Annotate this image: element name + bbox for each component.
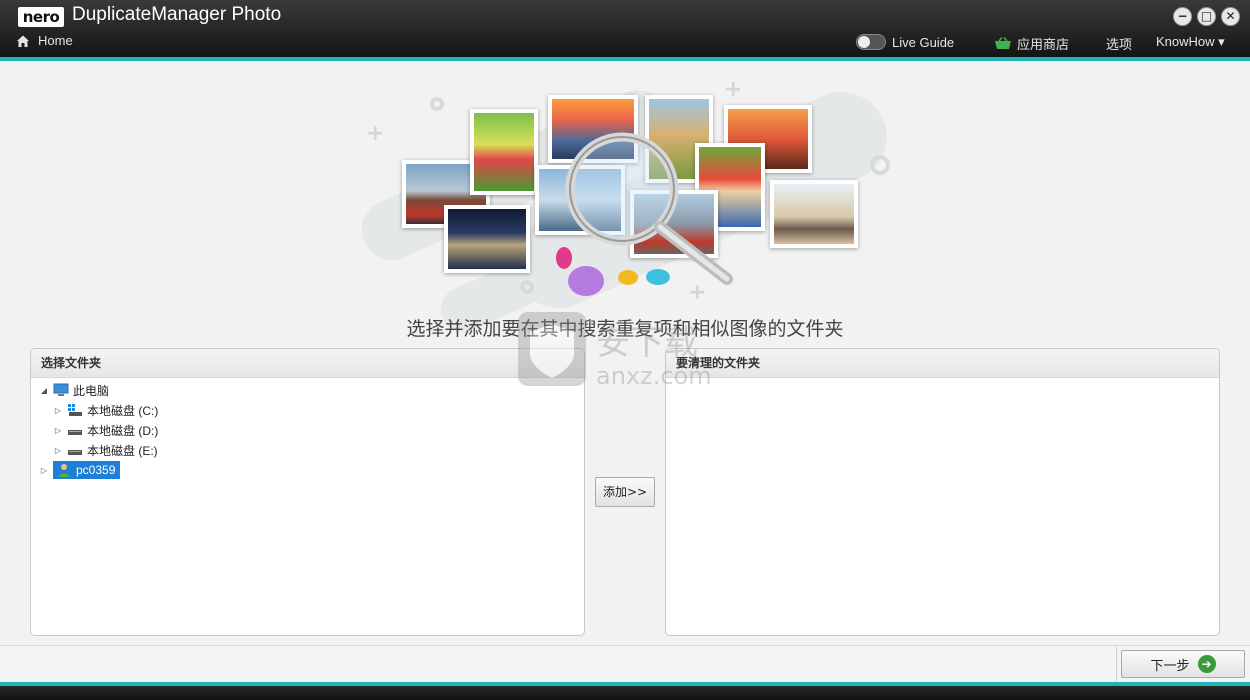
photo-thumbnail bbox=[770, 180, 858, 248]
window-controls: − □ ✕ bbox=[1173, 7, 1240, 26]
nero-logo: nero bbox=[18, 7, 64, 27]
tree-label: 此电脑 bbox=[73, 383, 110, 398]
home-button[interactable]: Home bbox=[16, 33, 73, 48]
computer-icon bbox=[53, 383, 69, 396]
decorative-plus: + bbox=[366, 121, 385, 146]
app-title: DuplicateManager Photo bbox=[72, 4, 282, 25]
decorative-ring bbox=[430, 97, 444, 111]
live-guide-label: Live Guide bbox=[892, 34, 955, 50]
next-label: 下一步 bbox=[1150, 658, 1190, 674]
instruction-text: 选择并添加要在其中搜索重复项和相似图像的文件夹 bbox=[406, 318, 844, 340]
tree-node-this-pc[interactable]: ◢ 此电脑 bbox=[39, 380, 584, 400]
collapsed-arrow-icon[interactable]: ▷ bbox=[39, 466, 49, 475]
decorative-ring bbox=[870, 155, 890, 175]
collapsed-arrow-icon[interactable]: ▷ bbox=[53, 426, 63, 435]
folder-selection-panel: 选择文件夹 ◢ 此电脑 ▷ 本地磁盘 (C:) ▷ 本地磁盘 (D:) ▷ 本地… bbox=[30, 348, 585, 636]
panel-header: 要清理的文件夹 bbox=[666, 349, 1219, 378]
title-bar: nero DuplicateManager Photo Home − □ ✕ L… bbox=[0, 0, 1250, 57]
tree-node-user[interactable]: ▷ pc0359 bbox=[39, 460, 584, 480]
hero-illustration: + + + bbox=[340, 77, 910, 340]
decorative-dot bbox=[568, 266, 604, 296]
drive-icon bbox=[68, 450, 82, 455]
photo-thumbnail bbox=[470, 109, 538, 195]
next-button[interactable]: 下一步 ➔ bbox=[1121, 650, 1245, 678]
expanded-arrow-icon[interactable]: ◢ bbox=[39, 386, 49, 395]
panel-header: 选择文件夹 bbox=[31, 349, 584, 378]
collapsed-arrow-icon[interactable]: ▷ bbox=[53, 446, 63, 455]
collapsed-arrow-icon[interactable]: ▷ bbox=[53, 406, 63, 415]
arrow-right-icon: ➔ bbox=[1197, 655, 1216, 673]
decorative-dot bbox=[556, 247, 572, 269]
app-store-label: 应用商店 bbox=[1017, 37, 1070, 52]
app-store-menu[interactable]: 应用商店 bbox=[995, 34, 1069, 53]
selected-item[interactable]: pc0359 bbox=[53, 461, 121, 479]
footer-divider bbox=[1116, 647, 1117, 681]
decorative-plus: + bbox=[724, 77, 743, 102]
tree-node-drive-e[interactable]: ▷ 本地磁盘 (E:) bbox=[39, 440, 584, 460]
minimize-button[interactable]: − bbox=[1173, 7, 1192, 26]
windows-drive-icon bbox=[68, 404, 82, 416]
folders-to-clean-panel: 要清理的文件夹 bbox=[665, 348, 1220, 636]
add-folder-button[interactable]: 添加>> bbox=[595, 477, 655, 507]
photo-thumbnail bbox=[444, 205, 530, 273]
accent-line bbox=[0, 57, 1250, 61]
live-guide-toggle[interactable]: Live Guide bbox=[856, 34, 954, 50]
bottom-status-bar bbox=[0, 686, 1250, 700]
close-button[interactable]: ✕ bbox=[1221, 7, 1240, 26]
tree-label: 本地磁盘 (E:) bbox=[87, 443, 158, 458]
decorative-ring bbox=[520, 280, 534, 294]
drive-icon bbox=[68, 430, 82, 435]
footer-bar bbox=[0, 645, 1250, 682]
tree-node-drive-c[interactable]: ▷ 本地磁盘 (C:) bbox=[39, 400, 584, 420]
tree-label: pc0359 bbox=[76, 463, 116, 477]
user-folder-icon bbox=[59, 464, 69, 477]
toggle-switch-icon[interactable] bbox=[856, 34, 886, 50]
decorative-dot bbox=[646, 269, 670, 285]
home-label: Home bbox=[38, 33, 73, 48]
tree-label: 本地磁盘 (D:) bbox=[87, 423, 159, 438]
shopping-basket-icon bbox=[995, 37, 1011, 49]
knowhow-menu[interactable]: KnowHow ▾ bbox=[1156, 34, 1225, 50]
folder-tree: ◢ 此电脑 ▷ 本地磁盘 (C:) ▷ 本地磁盘 (D:) ▷ 本地磁盘 (E:… bbox=[31, 378, 584, 480]
options-menu[interactable]: 选项 bbox=[1106, 34, 1132, 53]
tree-label: 本地磁盘 (C:) bbox=[87, 403, 159, 418]
maximize-button[interactable]: □ bbox=[1197, 7, 1216, 26]
decorative-dot bbox=[618, 270, 638, 285]
tree-node-drive-d[interactable]: ▷ 本地磁盘 (D:) bbox=[39, 420, 584, 440]
home-icon bbox=[17, 35, 29, 47]
